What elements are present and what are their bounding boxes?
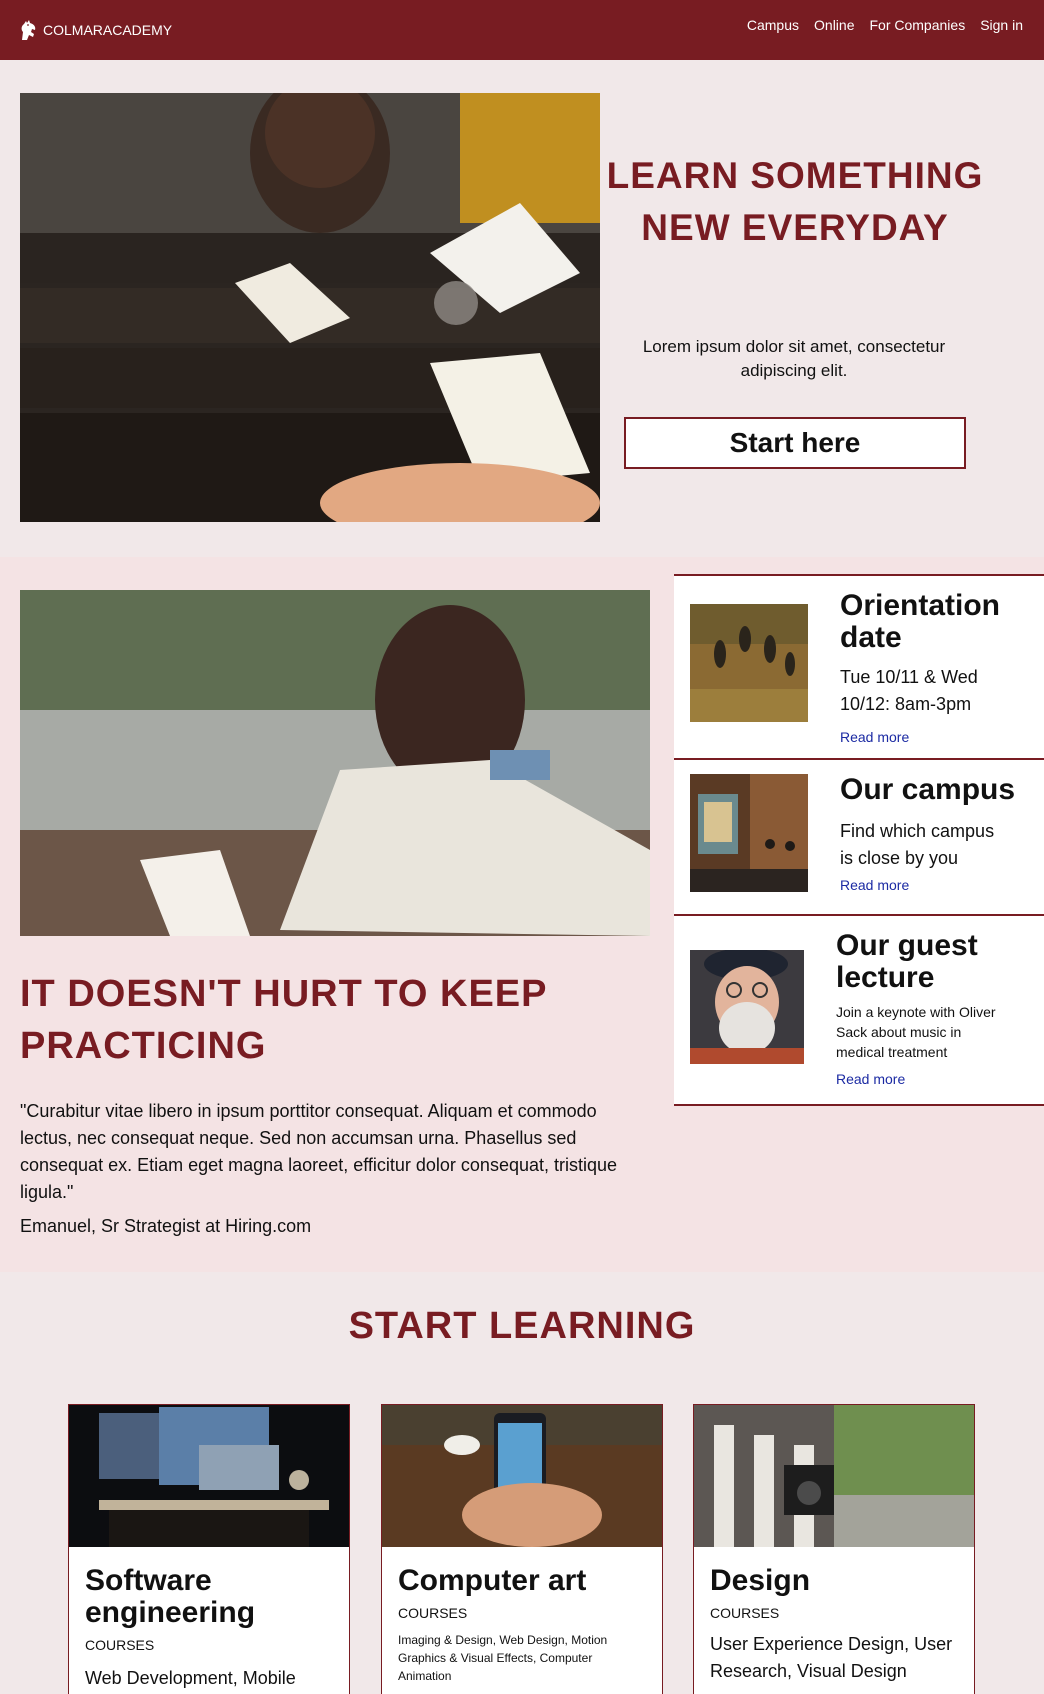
nav-link-sign-in[interactable]: Sign in: [980, 17, 1023, 33]
event-read-more-link[interactable]: Read more: [836, 1071, 905, 1087]
design-course-image: [694, 1405, 974, 1547]
start-learning-section: Start learning Software engineering Cour…: [0, 1272, 1044, 1694]
events-list: Orientation date Tue 10/11 & Wed 10/12: …: [674, 574, 1044, 1106]
nav-link-online[interactable]: Online: [814, 17, 854, 33]
horse-logo-icon: [21, 20, 36, 40]
event-card-guest-lecture: Our guest lecture Join a keynote with Ol…: [674, 914, 1044, 1106]
event-description: Tue 10/11 & Wed 10/12: 8am-3pm: [840, 667, 978, 714]
hero-text: Lorem ipsum dolor sit amet, consectetur …: [642, 337, 946, 380]
event-description: Join a keynote with Oliver Sack about mu…: [836, 1004, 996, 1060]
hero-section: Learn Something New Everyday Lorem ipsum…: [0, 60, 1044, 557]
brand-name: COLMARACADEMY: [43, 22, 173, 38]
event-description: Find which campus is close by you: [840, 821, 995, 868]
event-read-more-link[interactable]: Read more: [840, 729, 909, 745]
start-here-button[interactable]: Start here: [624, 417, 966, 469]
course-label: Courses: [398, 1605, 468, 1621]
event-title: Orientation date: [840, 589, 1001, 654]
event-card-campus: Our campus Find which campus is close by…: [674, 758, 1044, 914]
campus-image: [690, 774, 808, 892]
course-title: Design: [710, 1564, 811, 1597]
computer-art-course-image: [382, 1405, 662, 1547]
course-label: Courses: [710, 1605, 780, 1621]
testimonial-section: It doesn't hurt to keep practicing "Cura…: [0, 557, 1044, 1272]
course-card-software[interactable]: Software engineering Courses Web Develop…: [68, 1404, 350, 1694]
orientation-image: [690, 604, 808, 722]
testimonial-quote: "Curabitur vitae libero in ipsum porttit…: [20, 1101, 618, 1202]
event-card-orientation: Orientation date Tue 10/11 & Wed 10/12: …: [674, 574, 1044, 758]
nav-links: Campus Online For Companies Sign in: [747, 17, 1023, 33]
guest-lecturer-image: [690, 950, 804, 1064]
course-card-computer-art[interactable]: Computer art Courses Imaging & Design, W…: [381, 1404, 663, 1694]
testimonial-author: Emanuel, Sr Strategist at Hiring.com: [20, 1216, 312, 1236]
course-topics: User Experience Design, User Research, V…: [710, 1634, 953, 1681]
course-card-design[interactable]: Design Courses User Experience Design, U…: [693, 1404, 975, 1694]
course-topics: Imaging & Design, Web Design, Motion Gra…: [398, 1633, 608, 1683]
practice-title: It doesn't hurt to keep practicing: [20, 973, 547, 1067]
nav-link-for-companies[interactable]: For Companies: [869, 17, 965, 33]
course-topics: Web Development, Mobile: [85, 1668, 296, 1688]
event-title: Our guest lecture: [836, 929, 978, 994]
hero-title: Learn Something New Everyday: [606, 155, 984, 248]
software-course-image: [69, 1405, 349, 1547]
brand-logo-link[interactable]: COLMARACADEMY: [19, 15, 172, 45]
event-title: Our campus: [840, 773, 1016, 806]
top-nav: COLMARACADEMY Campus Online For Companie…: [0, 0, 1044, 60]
reading-man-image: [20, 590, 650, 936]
hero-students-image: [20, 93, 600, 522]
course-label: Courses: [85, 1637, 155, 1653]
course-title: Computer art: [398, 1564, 587, 1597]
event-read-more-link[interactable]: Read more: [840, 877, 909, 893]
nav-link-campus[interactable]: Campus: [747, 17, 799, 33]
course-title: Software engineering: [85, 1564, 256, 1629]
start-learning-title: Start learning: [348, 1305, 696, 1347]
